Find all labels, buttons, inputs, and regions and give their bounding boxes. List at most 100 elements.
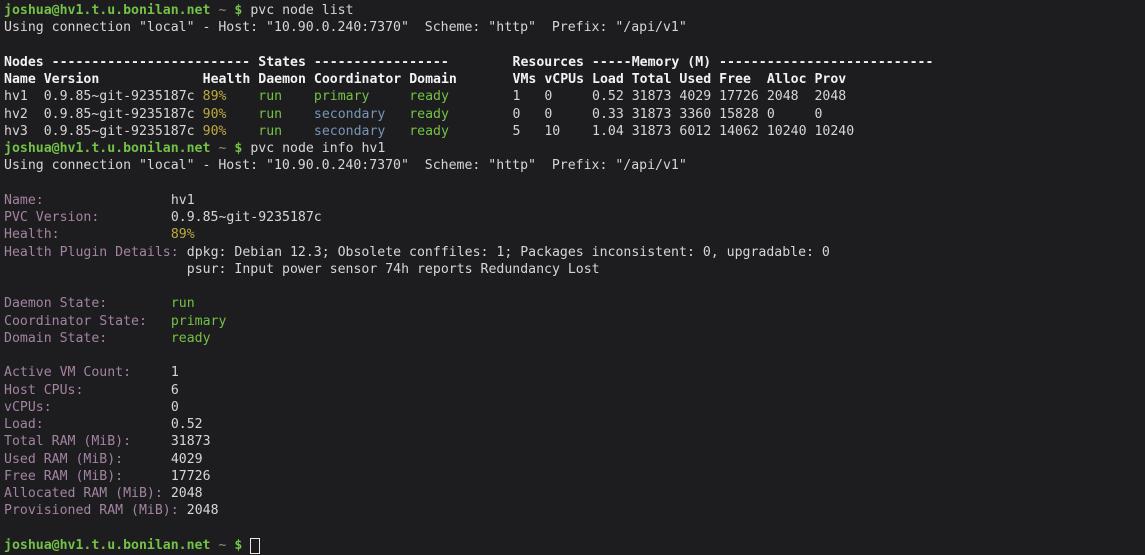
table-cell-total: 31873 (632, 88, 672, 105)
table-column-header: Daemon (258, 71, 306, 88)
info-value: 0 (171, 399, 179, 416)
table-cell-name: hv1 (4, 88, 28, 105)
terminal-cursor (250, 538, 260, 554)
info-label: Daemon State: (4, 295, 107, 312)
terminal[interactable]: joshua@hv1.t.u.bonilan.net ~ $ pvc node lis… (0, 0, 1145, 555)
table-cell-name: hv2 (4, 106, 28, 123)
table-cell-free: 14062 (719, 123, 759, 140)
info-label: Load: (4, 416, 44, 433)
info-line: Domain State:ready (0, 330, 1145, 347)
table-cell-coordinator: primary (314, 88, 370, 105)
info-line: Host CPUs:6 (0, 382, 1145, 399)
info-label: Used RAM (MiB): (4, 451, 123, 468)
info-label: Health Plugin Details: (4, 244, 179, 261)
node-row: hv30.9.85~git-9235187c90%runsecondaryrea… (0, 123, 1145, 140)
table-cell-coordinator: secondary (314, 123, 385, 140)
prompt-symbol: $ (234, 537, 242, 554)
table-cell-prov: 2048 (814, 88, 846, 105)
table-column-header: Prov (814, 71, 846, 88)
table-cell-version: 0.9.85~git-9235187c (44, 123, 195, 140)
table-group-header: States ----------------- (258, 54, 449, 71)
command-text: pvc node list (250, 2, 353, 19)
info-line: Total RAM (MiB): 31873 (0, 433, 1145, 450)
info-line: Coordinator State: primary (0, 313, 1145, 330)
info-line: Allocated RAM (MiB):2048 (0, 485, 1145, 502)
info-value: run (171, 295, 195, 312)
info-value: 1 (171, 364, 179, 381)
info-value: dpkg: Debian 12.3; Obsolete conffiles: 1… (187, 244, 830, 261)
info-label: Health: (4, 226, 60, 243)
info-value: primary (171, 313, 227, 330)
table-cell-domain: ready (409, 88, 449, 105)
prompt-user-host: joshua@hv1.t.u.bonilan.net (4, 140, 210, 157)
prompt-line: joshua@hv1.t.u.bonilan.net ~ $ (0, 537, 1145, 554)
prompt-cwd: ~ (219, 140, 227, 157)
table-column-header: Load (592, 71, 624, 88)
table-cell-alloc: 0 (767, 106, 775, 123)
info-value: 0.52 (171, 416, 203, 433)
table-column-header: vCPUs (544, 71, 584, 88)
table-cell-free: 17726 (719, 88, 759, 105)
table-cell-vms: 0 (513, 106, 521, 123)
info-value: 0.9.85~git-9235187c (171, 209, 322, 226)
table-cell-version: 0.9.85~git-9235187c (44, 88, 195, 105)
info-label: Total RAM (MiB): (4, 433, 131, 450)
prompt-line: joshua@hv1.t.u.bonilan.net~$pvc node lis… (0, 2, 1145, 19)
info-value: 4029 (171, 451, 203, 468)
table-cell-domain: ready (409, 106, 449, 123)
table-column-header: Health (203, 71, 251, 88)
table-cell-total: 31873 (632, 106, 672, 123)
table-cell-daemon: run (258, 88, 282, 105)
info-line: vCPUs: 0 (0, 399, 1145, 416)
table-cell-vcpus: 10 (544, 123, 560, 140)
table-column-header: Total (632, 71, 672, 88)
info-line: PVC Version:0.9.85~git-9235187c (0, 209, 1145, 226)
info-label: Coordinator State: (4, 313, 147, 330)
info-value: 17726 (171, 468, 211, 485)
connection-status: Using connection "local" - Host: "10.90.… (4, 19, 687, 36)
table-group-header: Nodes ------------------------- (4, 54, 250, 71)
info-value: ready (171, 330, 211, 347)
table-cell-vcpus: 0 (544, 106, 552, 123)
info-line: Daemon State: run (0, 295, 1145, 312)
table-header-line: NameVersionHealthDaemonCoordinatorDomain… (0, 71, 1145, 88)
table-column-header: Name (4, 71, 36, 88)
table-cell-vms: 5 (513, 123, 521, 140)
table-cell-health: 90% (203, 106, 227, 123)
info-label: Free RAM (MiB): (4, 468, 123, 485)
prompt-user-host: joshua@hv1.t.u.bonilan.net (4, 537, 210, 554)
prompt-cwd: ~ (219, 537, 227, 554)
info-line: psur: Input power sensor 74h reports Red… (0, 261, 1145, 278)
info-value: psur: Input power sensor 74h reports Red… (187, 261, 600, 278)
table-cell-coordinator: secondary (314, 106, 385, 123)
table-cell-daemon: run (258, 123, 282, 140)
info-value: 2048 (187, 502, 219, 519)
table-cell-vcpus: 0 (544, 88, 552, 105)
connection-status: Using connection "local" - Host: "10.90.… (4, 157, 687, 174)
info-label: Name: (4, 192, 44, 209)
table-cell-health: 89% (203, 88, 227, 105)
info-line: Provisioned RAM (MiB):2048 (0, 502, 1145, 519)
table-cell-used: 6012 (679, 123, 711, 140)
table-cell-total: 31873 (632, 123, 672, 140)
info-label: vCPUs: (4, 399, 52, 416)
status-line: Using connection "local" - Host: "10.90.… (0, 19, 1145, 36)
node-row: hv1 0.9.85~git-9235187c 89% run primary ready… (0, 88, 1145, 105)
table-cell-alloc: 10240 (767, 123, 807, 140)
table-group-header: Resources ----- (513, 54, 632, 71)
table-cell-used: 4029 (679, 88, 711, 105)
info-label: Host CPUs: (4, 382, 83, 399)
table-cell-prov: 10240 (814, 123, 854, 140)
prompt-user-host: joshua@hv1.t.u.bonilan.net (4, 2, 210, 19)
info-line: Active VM Count:1 (0, 364, 1145, 381)
table-column-header: Used (679, 71, 711, 88)
table-cell-prov: 0 (814, 106, 822, 123)
info-value: 31873 (171, 433, 211, 450)
prompt-symbol: $ (234, 2, 242, 19)
status-line: Using connection "local" - Host: "10.90.… (0, 157, 1145, 174)
table-cell-vms: 1 (513, 88, 521, 105)
table-cell-daemon: run (258, 106, 282, 123)
info-label: Allocated RAM (MiB): (4, 485, 163, 502)
info-line: Load: 0.52 (0, 416, 1145, 433)
table-group-header: Memory (M) --------------------------- (632, 54, 934, 71)
